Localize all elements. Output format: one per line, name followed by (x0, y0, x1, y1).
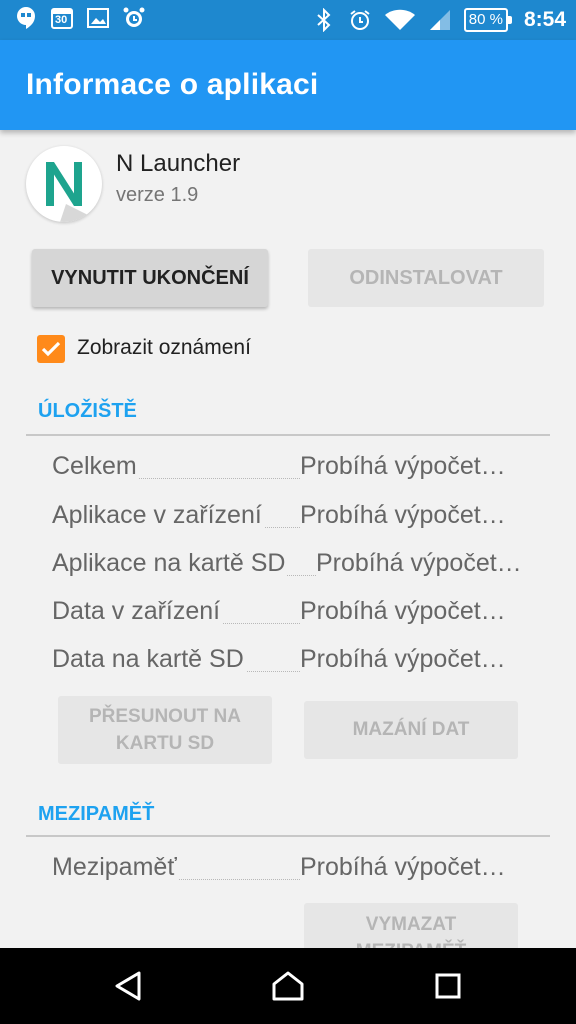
recents-icon (435, 973, 461, 999)
clear-cache-label-line1: VYMAZAT (365, 914, 457, 935)
show-notifications-label: Zobrazit oznámení (77, 336, 251, 359)
wifi-icon (384, 8, 416, 32)
show-notifications-checkbox[interactable] (37, 335, 65, 363)
storage-row-data-device: Data v zařízení Probíhá výpočet… (52, 597, 528, 631)
gallery-icon (86, 6, 110, 30)
row-value: Probíhá výpočet… (300, 645, 528, 674)
app-version: verze 1.9 (116, 184, 199, 206)
app-name: N Launcher (116, 150, 241, 177)
signal-icon (428, 8, 452, 32)
storage-row-total: Celkem Probíhá výpočet… (52, 452, 528, 486)
move-to-sd-label-line2: KARTU SD (115, 733, 215, 754)
home-icon (272, 971, 304, 1001)
checkmark-icon (41, 341, 61, 357)
row-value: Probíhá výpočet… (300, 853, 528, 882)
app-bar: Informace o aplikaci (0, 40, 576, 130)
storage-row-app-sd: Aplikace na kartě SD Probíhá výpočet… (52, 549, 528, 583)
back-icon (115, 971, 141, 1001)
clear-data-button[interactable]: MAZÁNÍ DAT (304, 701, 518, 759)
storage-row-app-device: Aplikace v zařízení Probíhá výpočet… (52, 501, 528, 535)
uninstall-button[interactable]: ODINSTALOVAT (308, 249, 544, 307)
status-clock: 8:54 (523, 8, 566, 31)
row-value: Probíhá výpočet… (316, 549, 528, 578)
alarm-icon (348, 8, 372, 32)
hangouts-icon (14, 6, 38, 30)
row-label: Data na kartě SD (52, 645, 246, 674)
row-label: Aplikace na kartě SD (52, 549, 288, 578)
row-label: Celkem (52, 452, 139, 481)
page-title: Informace o aplikaci (26, 68, 319, 101)
row-value: Probíhá výpočet… (300, 501, 528, 530)
force-stop-button[interactable]: VYNUTIT UKONČENÍ (32, 249, 268, 307)
row-label: Aplikace v zařízení (52, 501, 264, 530)
row-label: Mezipaměť (52, 853, 179, 882)
home-button[interactable] (268, 966, 308, 1006)
alarm-clock-icon (122, 6, 146, 30)
calendar-icon: 30 (50, 6, 74, 30)
navigation-bar (0, 948, 576, 1024)
move-to-sd-button[interactable]: PŘESUNOUT NA KARTU SD (58, 696, 272, 764)
storage-row-data-sd: Data na kartě SD Probíhá výpočet… (52, 645, 528, 679)
move-to-sd-label-line1: PŘESUNOUT NA (88, 706, 241, 727)
cache-row: Mezipaměť Probíhá výpočet… (52, 853, 528, 887)
cache-divider (26, 835, 550, 837)
back-button[interactable] (108, 966, 148, 1006)
row-label: Data v zařízení (52, 597, 223, 626)
app-icon (26, 146, 102, 222)
storage-divider (26, 434, 550, 436)
row-value: Probíhá výpočet… (300, 597, 528, 626)
cache-section-title: MEZIPAMĚŤ (38, 803, 155, 825)
battery-icon: 80 % (463, 8, 513, 32)
recents-button[interactable] (428, 966, 468, 1006)
bluetooth-icon (312, 8, 336, 32)
row-value: Probíhá výpočet… (300, 452, 528, 481)
storage-section-title: ÚLOŽIŠTĚ (38, 400, 137, 422)
status-bar: 30 80 % 8:54 (0, 0, 576, 40)
